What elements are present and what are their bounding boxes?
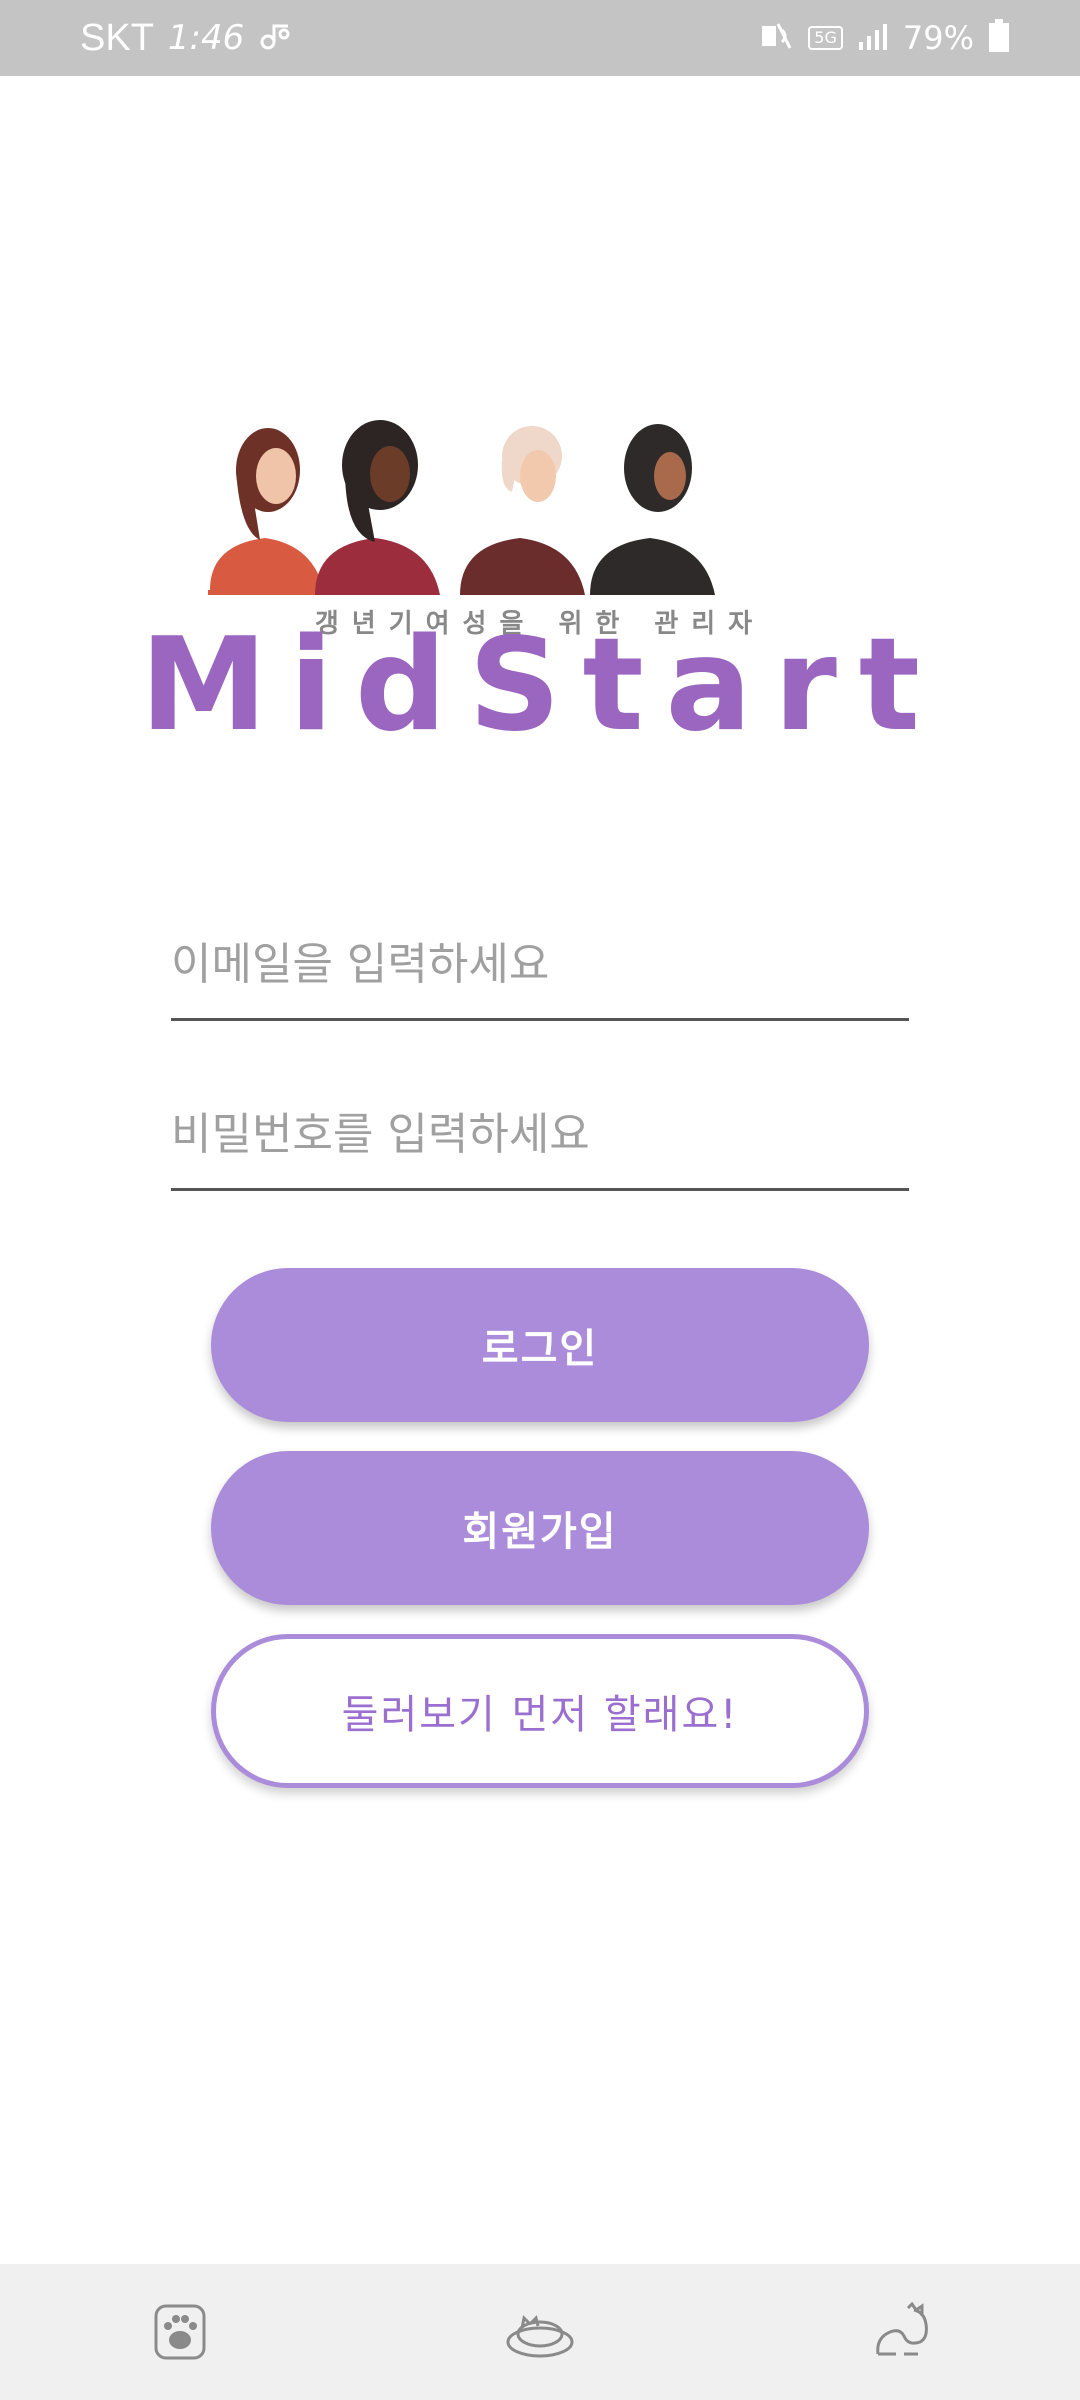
battery-icon — [988, 19, 1010, 57]
signal-icon — [857, 20, 889, 56]
battery-percent: 79% — [902, 19, 974, 57]
brand-letter: r — [773, 611, 837, 760]
password-field[interactable] — [171, 1109, 909, 1160]
woman-illustration-2 — [315, 420, 440, 595]
status-left: SKT 1:46 — [80, 0, 294, 76]
brand-letter: i — [289, 611, 334, 760]
brand-letter: d — [354, 611, 447, 760]
brand-wordmark: M i d S t a r t — [140, 611, 920, 760]
sleeping-cat-icon — [506, 2314, 574, 2358]
browse-first-button[interactable]: 둘러보기 먼저 할래요! — [211, 1634, 869, 1788]
brand-letter: t — [858, 611, 920, 760]
woman-illustration-3 — [460, 426, 585, 595]
nav-item-stretching-cat[interactable] — [840, 2282, 960, 2382]
password-field-container — [171, 1078, 909, 1191]
network-type: 5G — [808, 26, 843, 50]
brand-letter: a — [665, 611, 752, 760]
notification-icon — [258, 18, 294, 58]
login-button[interactable]: 로그인 — [211, 1268, 869, 1422]
brand-letter: t — [582, 611, 644, 760]
carrier-label: SKT — [80, 16, 154, 59]
email-field[interactable] — [171, 939, 909, 990]
status-right: 5G 79% — [758, 0, 1010, 76]
brand-letter: S — [468, 611, 561, 760]
bottom-nav — [0, 2264, 1080, 2400]
status-bar: SKT 1:46 5G 79% — [0, 0, 1080, 76]
email-field-container — [171, 908, 909, 1021]
brand-letter: M — [140, 611, 268, 760]
woman-illustration-4 — [590, 424, 715, 595]
stretching-cat-icon — [876, 2302, 928, 2356]
woman-illustration-1 — [208, 428, 330, 595]
signup-button[interactable]: 회원가입 — [211, 1451, 869, 1605]
nav-item-paw[interactable] — [120, 2282, 240, 2382]
paw-icon — [154, 2304, 206, 2360]
clock: 1:46 — [167, 18, 245, 58]
nav-item-sleeping-cat[interactable] — [480, 2282, 600, 2382]
mute-vibrate-icon — [758, 18, 794, 58]
